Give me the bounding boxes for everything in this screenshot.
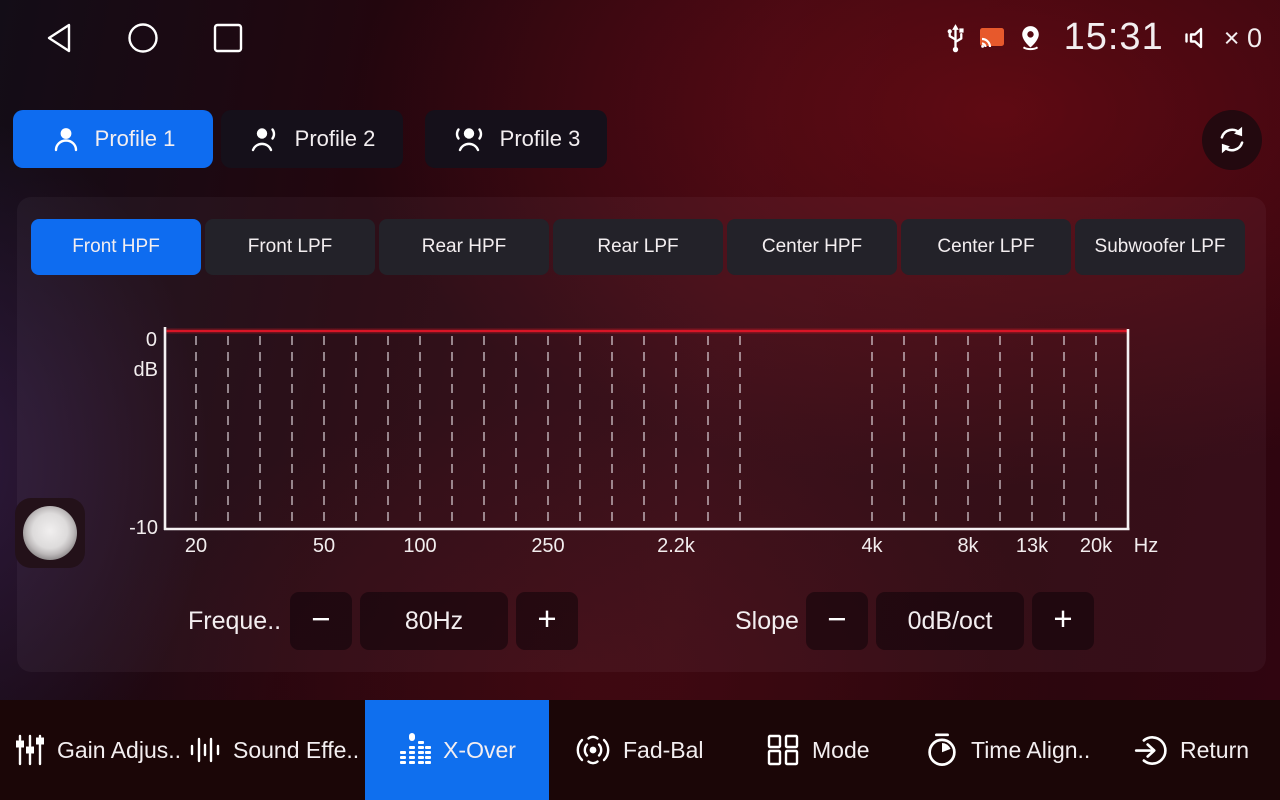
user-2-icon [249, 124, 281, 154]
tab-front-lpf[interactable]: Front LPF [205, 219, 375, 275]
nav-x-over[interactable]: X-Over [365, 700, 549, 800]
nav-return[interactable]: Return [1134, 700, 1249, 800]
knob-icon [23, 506, 77, 560]
nav-time-align[interactable]: Time Align.. [924, 700, 1090, 800]
profile-1-button[interactable]: Profile 1 [13, 110, 213, 168]
nav-label: Time Align.. [971, 737, 1090, 764]
nav-mode[interactable]: Mode [765, 700, 870, 800]
home-button[interactable] [126, 21, 160, 55]
stopwatch-icon [924, 732, 960, 768]
slope-plus-button[interactable]: + [1032, 592, 1094, 650]
bottom-nav: Gain Adjus.. Sound Effe.. X-Over [0, 700, 1280, 800]
filter-tabs: Front HPF Front LPF Rear HPF Rear LPF Ce… [31, 219, 1245, 275]
nav-label: Mode [812, 737, 870, 764]
recents-button[interactable] [212, 21, 244, 55]
nav-label: Return [1180, 737, 1249, 764]
grid-squares-icon [765, 733, 801, 767]
head-unit-screen: 15:31 × 0 Profile 1 Profile 2 [0, 0, 1280, 800]
mixer-sliders-icon [14, 733, 46, 767]
frequency-value: 80Hz [360, 592, 508, 650]
frequency-minus-button[interactable]: − [290, 592, 352, 650]
nav-fad-bal[interactable]: Fad-Bal [574, 700, 704, 800]
profile-label: Profile 2 [295, 126, 376, 152]
slope-value: 0dB/oct [876, 592, 1024, 650]
nav-label: X-Over [443, 737, 516, 764]
tab-rear-hpf[interactable]: Rear HPF [379, 219, 549, 275]
sync-icon [1215, 123, 1249, 157]
slope-label: Slope [735, 592, 799, 650]
cast-icon [979, 26, 1005, 50]
location-icon [1016, 23, 1045, 54]
frequency-plus-button[interactable]: + [516, 592, 578, 650]
status-bar: 15:31 × 0 [0, 0, 1280, 76]
reset-sync-button[interactable] [1202, 110, 1262, 170]
equalizer-dashes-icon [398, 733, 432, 767]
nav-label: Gain Adjus.. [57, 737, 181, 764]
profile-2-button[interactable]: Profile 2 [221, 110, 403, 168]
profile-3-button[interactable]: Profile 3 [425, 110, 607, 168]
volume-muted-icon[interactable] [1181, 22, 1211, 54]
tab-center-hpf[interactable]: Center HPF [727, 219, 897, 275]
nav-gain-adjust[interactable]: Gain Adjus.. [14, 700, 181, 800]
usb-icon [943, 22, 968, 55]
slope-minus-button[interactable]: − [806, 592, 868, 650]
return-arrow-icon [1134, 733, 1169, 768]
profile-label: Profile 3 [500, 126, 581, 152]
nav-label: Fad-Bal [623, 737, 704, 764]
back-button[interactable] [44, 21, 74, 55]
tab-rear-lpf[interactable]: Rear LPF [553, 219, 723, 275]
user-3-icon [452, 124, 486, 154]
waveform-bars-icon [188, 733, 222, 767]
android-nav-buttons [44, 0, 244, 76]
surround-waves-icon [574, 733, 612, 767]
tab-front-hpf[interactable]: Front HPF [31, 219, 201, 275]
tab-subwoofer-lpf[interactable]: Subwoofer LPF [1075, 219, 1245, 275]
nav-label: Sound Effe.. [233, 737, 359, 764]
user-icon [51, 124, 81, 154]
nav-sound-effect[interactable]: Sound Effe.. [188, 700, 359, 800]
volume-level: × 0 [1224, 23, 1262, 54]
tab-center-lpf[interactable]: Center LPF [901, 219, 1071, 275]
clock: 15:31 [1064, 16, 1164, 59]
volume-knob-overlay[interactable] [15, 498, 85, 568]
profile-label: Profile 1 [95, 126, 176, 152]
status-right: 15:31 × 0 [943, 0, 1262, 76]
frequency-label: Freque.. [188, 592, 281, 650]
